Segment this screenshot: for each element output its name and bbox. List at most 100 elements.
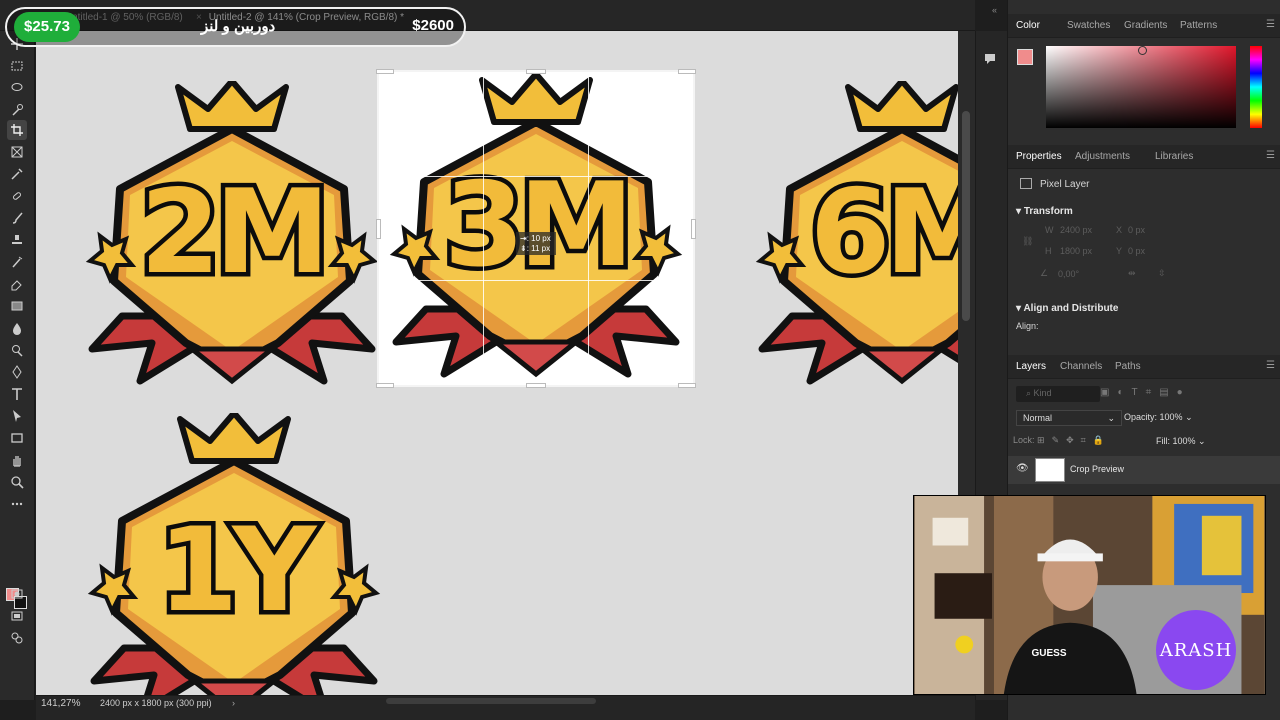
type-tool-icon[interactable] [7, 384, 27, 404]
donation-amount: $25.73 [14, 12, 80, 42]
crop-handle-bottom-right[interactable] [678, 383, 696, 388]
dodge-tool-icon[interactable] [7, 340, 27, 360]
width-field[interactable]: 2400 px [1060, 225, 1092, 235]
crop-handle-left[interactable] [376, 219, 381, 239]
x-field[interactable]: 0 px [1128, 225, 1145, 235]
comments-icon[interactable] [983, 51, 999, 65]
crop-handle-right[interactable] [691, 219, 696, 239]
fill-value[interactable]: 100% [1173, 436, 1196, 446]
layer-kind-filter[interactable]: ⌕ Kind [1016, 386, 1100, 402]
layers-panel-tabs: Layers Channels Paths ☰ [1008, 355, 1280, 379]
tab-color[interactable]: Color [1016, 20, 1040, 31]
crop-handle-bottom[interactable] [526, 383, 546, 388]
lock-icons[interactable]: ⊞✎✥⌗🔒 [1037, 435, 1111, 445]
align-section[interactable]: ▾ Align and Distribute [1016, 303, 1118, 314]
crop-handle-bottom-left[interactable] [376, 383, 394, 388]
angle-icon: ∠ [1040, 268, 1049, 278]
badge-1y: 1Y [84, 410, 384, 695]
flip-horizontal-icon[interactable]: ⇹ [1128, 268, 1136, 279]
tab-paths[interactable]: Paths [1115, 361, 1141, 372]
tab-swatches[interactable]: Swatches [1067, 20, 1110, 31]
width-label: W [1045, 225, 1054, 235]
status-bar: 141,27% 2400 px x 1800 px (300 ppi) › [36, 695, 975, 720]
flip-vertical-icon[interactable]: ⇳ [1158, 268, 1166, 279]
hand-tool-icon[interactable] [7, 450, 27, 470]
lock-controls: Lock: ⊞✎✥⌗🔒 [1013, 435, 1111, 446]
crop-handle-top[interactable] [526, 69, 546, 74]
crop-grid-line [588, 72, 589, 385]
tab-adjustments[interactable]: Adjustments [1075, 151, 1130, 162]
eyedropper-tool-icon[interactable] [7, 164, 27, 184]
rectangle-tool-icon[interactable] [7, 428, 27, 448]
edit-toolbar-icon[interactable] [7, 628, 27, 648]
hue-slider[interactable] [1250, 46, 1262, 128]
blur-tool-icon[interactable] [7, 318, 27, 338]
color-panel-tabs: Color Swatches Gradients Patterns ☰ [1008, 14, 1280, 38]
opacity-label: Opacity: [1124, 412, 1158, 422]
height-field[interactable]: 1800 px [1060, 246, 1092, 256]
history-brush-tool-icon[interactable] [7, 252, 27, 272]
visibility-eye-icon[interactable]: 👁 [1016, 463, 1029, 474]
eraser-tool-icon[interactable] [7, 274, 27, 294]
badge-label: 6M [805, 165, 958, 300]
tab-channels[interactable]: Channels [1060, 361, 1102, 372]
brush-tool-icon[interactable] [7, 208, 27, 228]
document-info: 2400 px x 1800 px (300 ppi) [100, 698, 212, 708]
tab-gradients[interactable]: Gradients [1124, 20, 1167, 31]
blend-mode-value: Normal [1023, 413, 1053, 423]
marquee-tool-icon[interactable] [7, 56, 27, 76]
tab-libraries[interactable]: Libraries [1155, 151, 1193, 162]
blend-mode-select[interactable]: Normal ⌄ [1016, 410, 1122, 426]
color-picker-cursor[interactable] [1138, 46, 1147, 55]
donation-item-name: دوربین و لنز [201, 18, 276, 35]
more-tools-icon[interactable] [7, 494, 27, 514]
lasso-tool-icon[interactable] [7, 78, 27, 98]
color-picker-field[interactable] [1046, 46, 1236, 128]
badge-2m: 2M [82, 78, 382, 391]
kind-placeholder: Kind [1033, 388, 1052, 398]
transform-section[interactable]: ▾ Transform [1016, 206, 1073, 217]
tab-patterns[interactable]: Patterns [1180, 20, 1217, 31]
zoom-level[interactable]: 141,27% [41, 698, 80, 709]
align-title: Align and Distribute [1023, 303, 1119, 314]
panel-menu-icon[interactable]: ☰ [1266, 19, 1275, 30]
frame-tool-icon[interactable] [7, 142, 27, 162]
badge-label: 3M [439, 158, 638, 293]
quick-mask-icon[interactable] [7, 584, 27, 604]
status-menu-arrow[interactable]: › [232, 698, 235, 708]
crop-tool-icon[interactable] [7, 120, 27, 140]
channel-logo-text: ARASH [1159, 640, 1233, 661]
layer-row-crop-preview[interactable]: 👁 Crop Preview [1008, 456, 1280, 484]
color-foreground-swatch[interactable] [1017, 49, 1033, 65]
fill-control[interactable]: Fill: 100% ⌄ [1156, 436, 1206, 447]
link-icon[interactable]: ⛓ [1022, 236, 1033, 247]
layer-name[interactable]: Crop Preview [1070, 464, 1124, 474]
crop-handle-top-right[interactable] [678, 69, 696, 74]
horizontal-scrollbar[interactable] [386, 698, 596, 704]
collapse-panels-icon[interactable]: « [992, 5, 997, 15]
panel-menu-icon[interactable]: ☰ [1266, 360, 1275, 371]
pen-tool-icon[interactable] [7, 362, 27, 382]
document-canvas[interactable]: 2M 6M 1Y 3M ⇥: 10 px ⇟: 11 px [36, 31, 958, 695]
zoom-tool-icon[interactable] [7, 472, 27, 492]
screen-mode-icon[interactable] [7, 606, 27, 626]
opacity-value[interactable]: 100% [1160, 412, 1183, 422]
layer-filter-icons[interactable]: ▣◐T⌗▤● [1100, 387, 1191, 398]
angle-field[interactable]: 0,00° [1058, 269, 1079, 279]
clone-stamp-tool-icon[interactable] [7, 230, 27, 250]
y-field[interactable]: 0 px [1128, 246, 1145, 256]
crop-selection[interactable]: 3M ⇥: 10 px ⇟: 11 px [376, 69, 696, 388]
transform-title: Transform [1023, 206, 1073, 217]
path-selection-tool-icon[interactable] [7, 406, 27, 426]
healing-brush-tool-icon[interactable] [7, 186, 27, 206]
crop-offset-x: ⇥: 10 px [520, 234, 551, 243]
panel-menu-icon[interactable]: ☰ [1266, 150, 1275, 161]
quick-selection-tool-icon[interactable] [7, 100, 27, 120]
gradient-tool-icon[interactable] [7, 296, 27, 316]
tab-layers[interactable]: Layers [1016, 361, 1046, 372]
crop-handle-top-left[interactable] [376, 69, 394, 74]
scroll-thumb[interactable] [962, 111, 970, 321]
x-label: X [1116, 225, 1123, 235]
tab-properties[interactable]: Properties [1016, 151, 1062, 162]
opacity-control[interactable]: Opacity: 100% ⌄ [1124, 412, 1193, 423]
